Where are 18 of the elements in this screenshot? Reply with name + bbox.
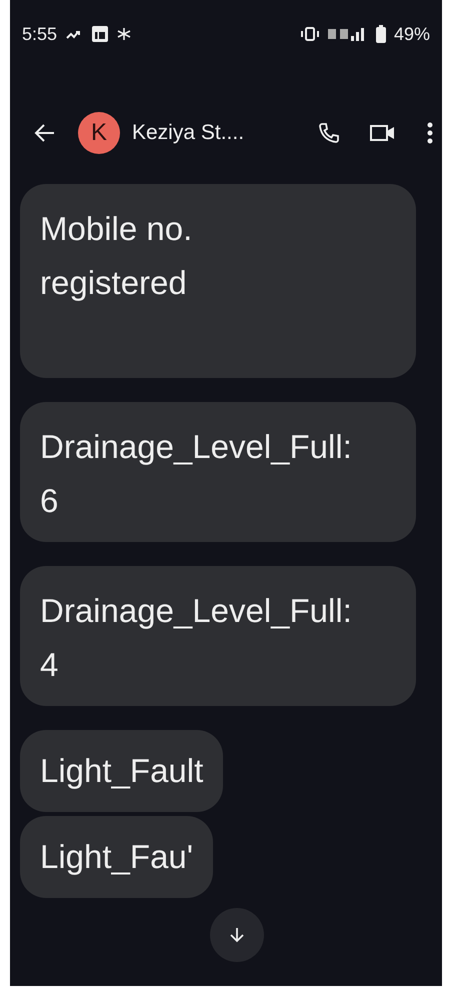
back-arrow-icon[interactable] xyxy=(34,123,56,143)
video-call-icon[interactable] xyxy=(370,123,396,143)
message-bubble: Light_Fau' xyxy=(20,816,214,898)
contact-avatar[interactable]: K xyxy=(78,112,120,154)
status-time: 5:55 xyxy=(22,24,58,44)
message-bubble: Mobile no. registered xyxy=(20,184,416,378)
message-bubble: Light_Fault xyxy=(20,730,224,812)
battery-percent: 49% xyxy=(394,24,430,44)
phone-icon[interactable] xyxy=(318,122,340,144)
arrow-down-icon xyxy=(230,927,244,943)
more-icon[interactable] xyxy=(426,121,434,145)
battery-icon xyxy=(376,25,386,43)
message-bubble: Drainage_Level_Full: 6 xyxy=(20,402,416,542)
vibrate-icon xyxy=(300,27,320,41)
app-icon xyxy=(91,25,110,43)
contact-name[interactable]: Keziya St.... xyxy=(132,121,288,145)
message-bubble: Drainage_Level_Full: 4 xyxy=(20,566,416,706)
sparkle-icon xyxy=(117,27,132,41)
